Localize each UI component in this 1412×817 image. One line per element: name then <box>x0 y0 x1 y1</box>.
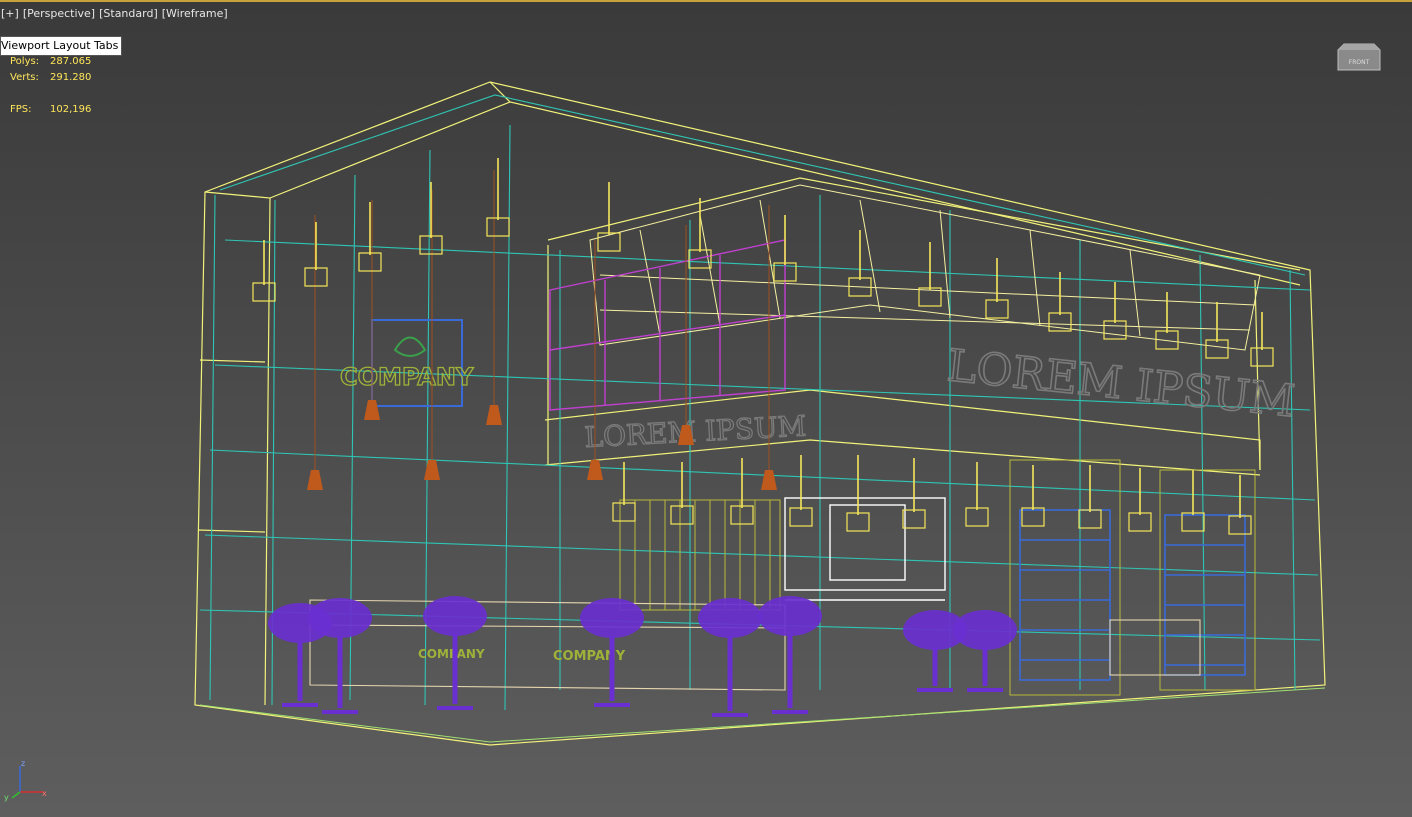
spotlight-box <box>597 232 621 252</box>
spotlight-box <box>358 252 382 272</box>
spotlight-box <box>965 507 989 527</box>
spotlight-box <box>419 235 443 255</box>
spotlight-box <box>252 282 276 302</box>
company-logo-counter-left: COMPANY <box>418 647 485 661</box>
viewport-shading-menu[interactable]: [Wireframe] <box>162 7 228 20</box>
stool-seat <box>423 596 487 636</box>
verts-value: 291.280 <box>50 72 92 83</box>
spotlight-box <box>846 512 870 532</box>
axis-tripod-icon: z x y <box>4 759 47 802</box>
viewport-plus-menu[interactable]: [+] <box>1 7 19 20</box>
spotlight-box <box>789 507 813 527</box>
spotlight-box <box>612 502 636 522</box>
stool-seat <box>758 596 822 636</box>
spotlight-box <box>985 299 1009 319</box>
spotlight-box <box>304 267 328 287</box>
polys-label: Polys: <box>10 56 40 67</box>
fps-label: FPS: <box>10 104 32 115</box>
viewport-standard-menu[interactable]: [Standard] <box>99 7 158 20</box>
viewcube-icon[interactable]: FRONT <box>1336 40 1382 74</box>
stool-seat <box>953 610 1017 650</box>
stool-seat <box>308 598 372 638</box>
company-logo-counter-right: COMPANY <box>553 649 626 664</box>
spotlight-box <box>1205 339 1229 359</box>
verts-label: Verts: <box>10 72 39 83</box>
axis-y-label: y <box>4 793 9 802</box>
viewport-view-menu[interactable]: [Perspective] <box>23 7 95 20</box>
viewport-perspective[interactable]: COMPANY COMPANY COMPANY LOREM IPSUM LORE… <box>0 0 1412 817</box>
blue-shelves <box>1019 509 1246 681</box>
spotlight-box <box>1250 347 1274 367</box>
viewport-label-bar: [+] [Perspective] [Standard] [Wireframe] <box>1 7 232 20</box>
spotlight-box <box>1128 512 1152 532</box>
pendant-lamp-shade <box>424 460 440 480</box>
polys-value: 287.065 <box>50 56 92 67</box>
viewport-statistics: Polys: 287.065 Verts: 291.280 FPS: 102,196 <box>10 56 91 120</box>
pendant-lamp-shade <box>486 405 502 425</box>
stool-seat <box>698 598 762 638</box>
stool-seat <box>580 598 644 638</box>
pendant-lamp-shade <box>587 460 603 480</box>
pendant-lamp-shade <box>364 400 380 420</box>
spotlight-box <box>902 509 926 529</box>
axis-z-label: z <box>21 759 25 768</box>
axis-x-label: x <box>42 789 47 798</box>
pendant-lamp-shade <box>761 470 777 490</box>
floor-edge <box>199 687 1326 743</box>
pendant-lamp-shade <box>307 470 323 490</box>
wireframe-scene[interactable]: COMPANY COMPANY COMPANY LOREM IPSUM LORE… <box>0 0 1412 817</box>
magenta-frame <box>549 239 786 411</box>
lorem-ipsum-back-wall: LOREM IPSUM <box>945 340 1297 427</box>
bar-stools <box>268 596 1017 717</box>
spotlight-box <box>730 505 754 525</box>
fps-value: 102,196 <box>50 104 92 115</box>
spotlight-box <box>1228 515 1252 535</box>
spotlight-box <box>486 217 510 237</box>
tooltip: Viewport Layout Tabs <box>0 36 123 56</box>
company-logo-text: COMPANY <box>340 363 474 391</box>
spotlight-box <box>1078 509 1102 529</box>
lorem-ipsum-center: LOREM IPSUM <box>584 409 807 454</box>
viewcube-face-label: FRONT <box>1349 59 1370 66</box>
spotlight-box <box>1103 320 1127 340</box>
